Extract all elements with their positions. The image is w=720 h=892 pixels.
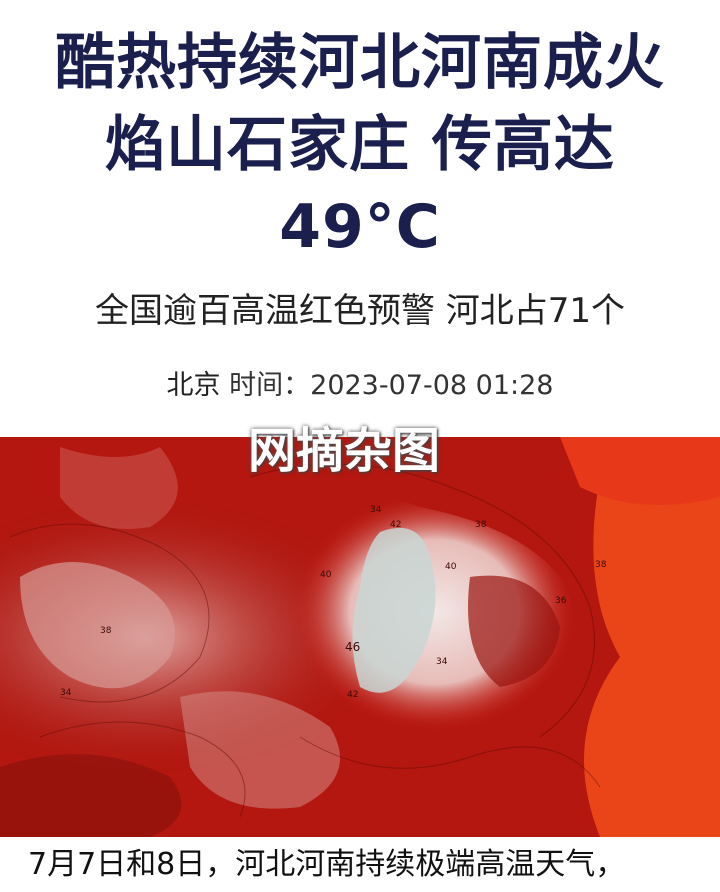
contour-label: 38 [100,626,112,636]
contour-label: 34 [370,505,382,515]
contour-label: 42 [347,690,358,700]
timestamp: 2023-07-08 01:28 [310,370,554,401]
contour-label: 34 [60,688,72,698]
contour-label: 38 [595,560,607,570]
headline-line-3: 49°C [279,192,441,262]
contour-label: 40 [445,562,457,572]
source-label: 北京 [166,370,221,401]
headline: 酷热持续河北河南成火 焰山石家庄 传高达 49°C [0,22,720,268]
contour-label: 42 [390,520,401,530]
subheading: 全国逾百高温红色预警 河北占71个 [94,291,626,331]
contour-label: 40 [320,570,332,580]
contour-label: 36 [555,596,567,606]
article-meta: 北京 时间：2023-07-08 01:28 [0,366,720,406]
time-label: 时间： [229,370,311,401]
caption-text: 7月7日和8日，河北河南持续极端高温天气， [0,838,720,892]
contour-label: 46 [345,640,360,654]
headline-line-1: 酷热持续河北河南成火 [55,28,665,98]
headline-line-2: 焰山石家庄 传高达 [105,110,615,180]
temperature-map-image: 34 38 40 42 46 42 34 38 36 34 38 40 [0,437,720,837]
watermark-text: 网摘杂图 [248,423,441,479]
contour-label: 38 [475,520,487,530]
heat-map-graphic: 34 38 40 42 46 42 34 38 36 34 38 40 [0,437,720,837]
contour-label: 34 [436,657,448,667]
